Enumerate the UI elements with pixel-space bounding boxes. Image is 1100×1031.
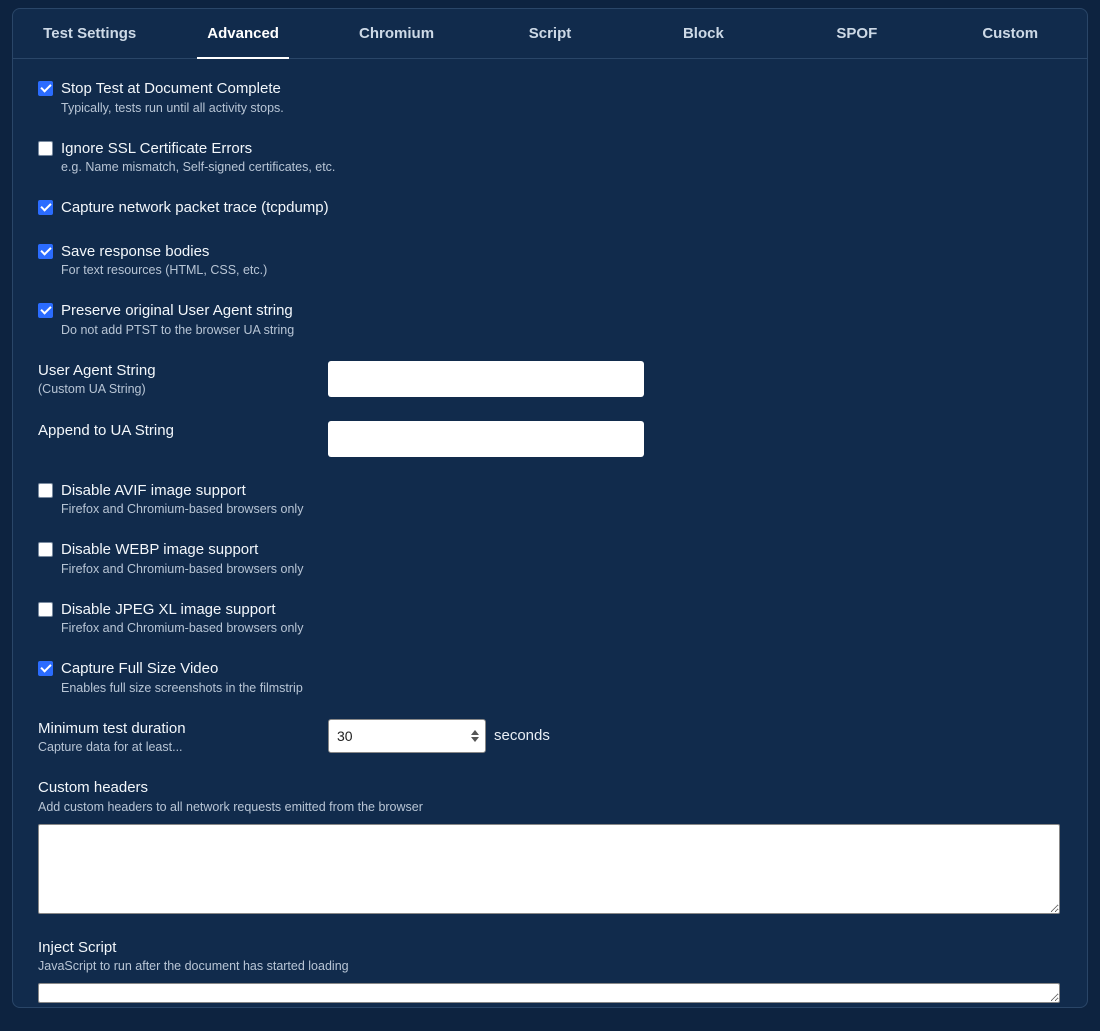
stop-doc-checkbox[interactable] xyxy=(38,81,53,96)
number-spinner-icon[interactable] xyxy=(468,725,482,747)
ignore-ssl-label: Ignore SSL Certificate Errors xyxy=(61,139,335,159)
inject-script-textarea[interactable] xyxy=(38,983,1060,1003)
min-duration-label: Minimum test duration xyxy=(38,719,328,739)
min-duration-input[interactable] xyxy=(328,719,486,753)
ua-string-input[interactable] xyxy=(328,361,644,397)
ignore-ssl-checkbox[interactable] xyxy=(38,141,53,156)
disable-jxl-label: Disable JPEG XL image support xyxy=(61,600,303,620)
tcpdump-label: Capture network packet trace (tcpdump) xyxy=(61,198,329,218)
preserve-ua-label: Preserve original User Agent string xyxy=(61,301,294,321)
tab-script[interactable]: Script xyxy=(473,9,626,59)
preserve-ua-hint: Do not add PTST to the browser UA string xyxy=(61,323,294,337)
full-video-label: Capture Full Size Video xyxy=(61,659,303,679)
tab-spof[interactable]: SPOF xyxy=(780,9,933,59)
disable-avif-label: Disable AVIF image support xyxy=(61,481,303,501)
disable-webp-checkbox[interactable] xyxy=(38,542,53,557)
full-video-checkbox[interactable] xyxy=(38,661,53,676)
tab-advanced[interactable]: Advanced xyxy=(166,9,319,59)
tab-custom[interactable]: Custom xyxy=(934,9,1087,59)
preserve-ua-checkbox[interactable] xyxy=(38,303,53,318)
disable-webp-hint: Firefox and Chromium-based browsers only xyxy=(61,562,303,576)
save-bodies-checkbox[interactable] xyxy=(38,244,53,259)
ignore-ssl-hint: e.g. Name mismatch, Self-signed certific… xyxy=(61,160,335,174)
disable-webp-label: Disable WEBP image support xyxy=(61,540,303,560)
disable-avif-hint: Firefox and Chromium-based browsers only xyxy=(61,502,303,516)
custom-headers-hint: Add custom headers to all network reques… xyxy=(38,800,423,814)
save-bodies-hint: For text resources (HTML, CSS, etc.) xyxy=(61,263,267,277)
tab-block[interactable]: Block xyxy=(627,9,780,59)
tcpdump-checkbox[interactable] xyxy=(38,200,53,215)
tab-bar: Test Settings Advanced Chromium Script B… xyxy=(13,9,1087,59)
min-duration-suffix: seconds xyxy=(494,719,550,753)
full-video-hint: Enables full size screenshots in the fil… xyxy=(61,681,303,695)
advanced-form: Stop Test at Document Complete Typically… xyxy=(13,59,1087,1031)
settings-panel: Test Settings Advanced Chromium Script B… xyxy=(12,8,1088,1008)
disable-jxl-hint: Firefox and Chromium-based browsers only xyxy=(61,621,303,635)
append-ua-input[interactable] xyxy=(328,421,644,457)
stop-doc-hint: Typically, tests run until all activity … xyxy=(61,101,284,115)
ua-string-label: User Agent String xyxy=(38,361,328,381)
inject-script-label: Inject Script xyxy=(38,939,116,956)
tab-chromium[interactable]: Chromium xyxy=(320,9,473,59)
ua-string-hint: (Custom UA String) xyxy=(38,382,328,396)
disable-jxl-checkbox[interactable] xyxy=(38,602,53,617)
append-ua-label: Append to UA String xyxy=(38,421,328,441)
tab-test-settings[interactable]: Test Settings xyxy=(13,9,166,59)
custom-headers-textarea[interactable] xyxy=(38,824,1060,914)
inject-script-hint: JavaScript to run after the document has… xyxy=(38,959,349,973)
chevron-down-icon[interactable] xyxy=(471,737,479,742)
stop-doc-label: Stop Test at Document Complete xyxy=(61,79,284,99)
chevron-up-icon[interactable] xyxy=(471,730,479,735)
custom-headers-label: Custom headers xyxy=(38,779,148,796)
save-bodies-label: Save response bodies xyxy=(61,242,267,262)
min-duration-hint: Capture data for at least... xyxy=(38,740,328,754)
disable-avif-checkbox[interactable] xyxy=(38,483,53,498)
